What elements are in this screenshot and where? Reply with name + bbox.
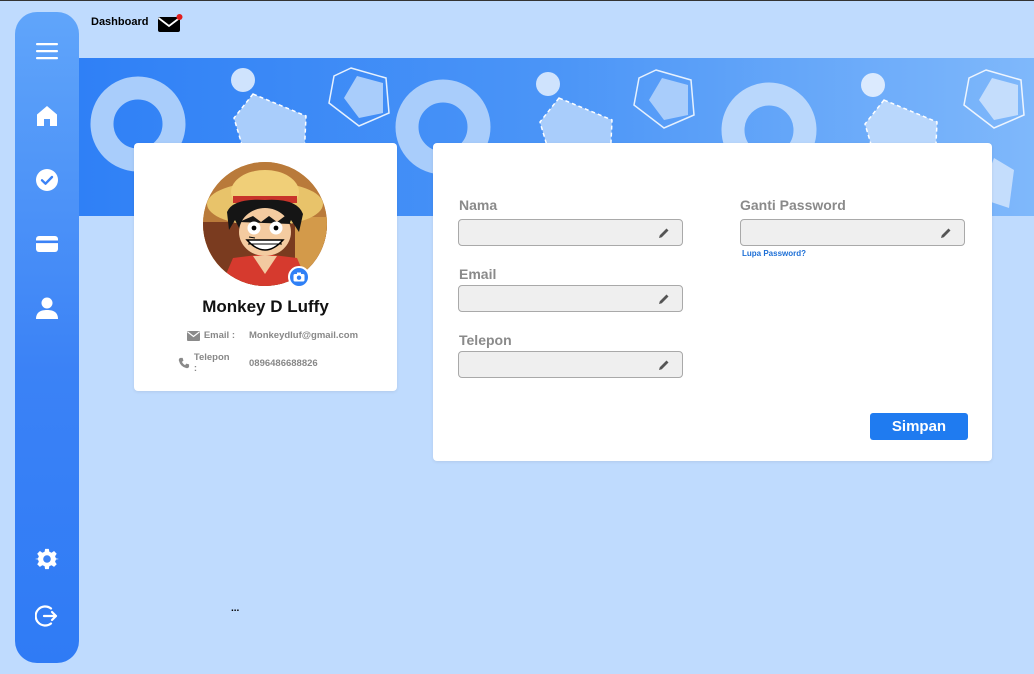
top-border <box>0 0 1034 1</box>
pencil-icon[interactable] <box>658 293 670 305</box>
avatar-image <box>203 162 327 286</box>
notification-dot <box>176 14 183 20</box>
user-icon[interactable] <box>35 296 59 320</box>
password-label: Ganti Password <box>740 197 846 213</box>
check-circle-icon[interactable] <box>35 168 59 192</box>
avatar <box>203 162 327 286</box>
pencil-icon[interactable] <box>658 227 670 239</box>
telepon-input[interactable] <box>459 352 682 377</box>
profile-name: Monkey D Luffy <box>202 297 329 316</box>
pencil-icon[interactable] <box>940 227 952 239</box>
email-info-row: Email : Monkeydluf@gmail.com <box>178 330 358 341</box>
home-icon[interactable] <box>35 104 59 128</box>
camera-icon[interactable] <box>288 266 310 288</box>
phone-info-row: Telepon : 0896486688826 <box>178 352 318 374</box>
nama-label: Nama <box>459 197 498 213</box>
hamburger-menu-icon[interactable] <box>35 39 59 63</box>
email-field-label: Email <box>459 266 497 282</box>
sidebar <box>15 12 79 663</box>
profile-card: Monkey D Luffy Email : Monkeydluf@gmail.… <box>134 143 397 391</box>
phone-label: Telepon : <box>193 352 230 374</box>
envelope-icon <box>186 330 200 341</box>
logout-icon[interactable] <box>35 604 59 628</box>
telepon-field-wrapper <box>458 351 683 378</box>
password-input[interactable] <box>741 220 964 245</box>
email-value: Monkeydluf@gmail.com <box>249 330 359 341</box>
email-input[interactable] <box>459 286 682 311</box>
forgot-password-link[interactable]: Lupa Password? <box>742 249 806 258</box>
ellipsis-text: ... <box>231 603 240 614</box>
pencil-icon[interactable] <box>658 359 670 371</box>
phone-value: 0896486688826 <box>249 357 318 369</box>
phone-icon <box>178 357 190 369</box>
edit-profile-form: Nama Email Telepon Ganti Password Lupa P… <box>433 143 992 461</box>
email-label: Email : <box>203 330 235 341</box>
nama-input[interactable] <box>459 220 682 245</box>
telepon-label: Telepon <box>459 332 512 348</box>
email-field-wrapper <box>458 285 683 312</box>
password-field-wrapper <box>740 219 965 246</box>
mail-icon[interactable] <box>157 13 183 35</box>
gear-icon[interactable] <box>35 547 59 571</box>
card-icon[interactable] <box>35 232 59 256</box>
page-title: Dashboard <box>91 16 149 28</box>
nama-field-wrapper <box>458 219 683 246</box>
save-button[interactable]: Simpan <box>870 413 968 440</box>
